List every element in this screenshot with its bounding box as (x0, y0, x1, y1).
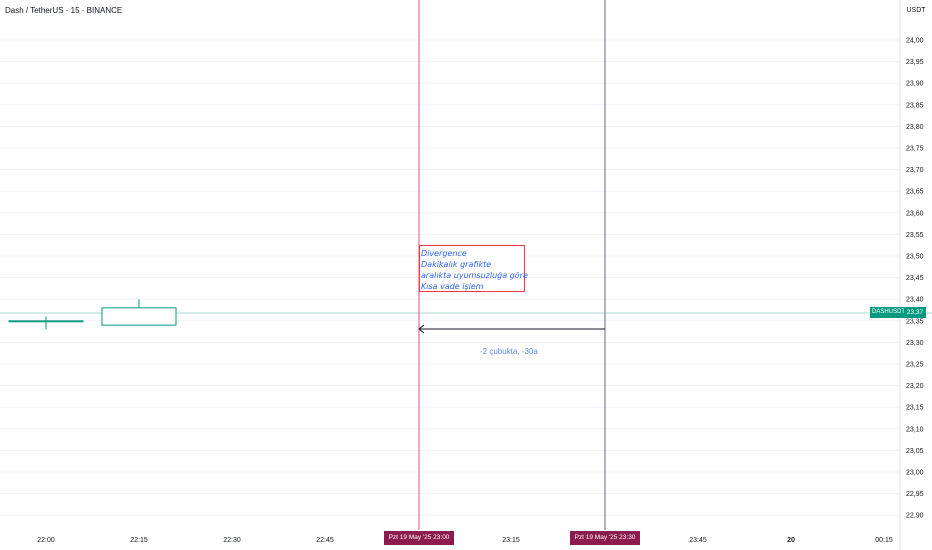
note-line: Kısa vade işlem (421, 282, 484, 291)
time-tick-label: 23:15 (502, 537, 520, 544)
price-tick-label: 22,95 (906, 491, 924, 498)
price-tick-label: 23,30 (906, 340, 924, 347)
price-tick-label: 23,85 (906, 102, 924, 109)
symbol-title: Dash / TetherUS · 15 · BINANCE (5, 6, 123, 15)
price-tick-label: 23,15 (906, 405, 924, 412)
price-tick-label: 24,00 (906, 38, 924, 45)
time-tick-label: 00:15 (875, 537, 893, 544)
note-line: aralıkta uyumsuzluğa göre (421, 271, 528, 280)
price-tick-label: 23,95 (906, 59, 924, 66)
price-tick-label: 23,70 (906, 167, 924, 174)
time-tick-label: 23:45 (689, 537, 707, 544)
price-tick-label: 22,90 (906, 513, 924, 520)
last-price-tag: 23,37 (904, 307, 926, 318)
time-tick-label: 20 (787, 537, 795, 544)
time-tick-label: 22:45 (316, 537, 334, 544)
time-tick-label: 22:15 (130, 537, 148, 544)
price-tick-label: 23,90 (906, 81, 924, 88)
symbol-price-tag: DASHUSDT (870, 307, 908, 318)
candle-body (101, 307, 177, 326)
note-line: Dakikalık grafikte (421, 260, 492, 269)
price-tick-label: 23,80 (906, 124, 924, 131)
time-tick-label: 22:00 (37, 537, 55, 544)
chart-window: 24,00 23,95 23,90 23,85 23,80 23,75 23,70 23,65… (0, 0, 932, 550)
price-tick-label: 23,35 (906, 318, 924, 325)
price-tick-label: 23,60 (906, 210, 924, 217)
price-tick-label: 23,50 (906, 254, 924, 261)
candle-body (8, 320, 84, 323)
price-tick-label: 23,05 (906, 448, 924, 455)
price-tick-label: 23,65 (906, 189, 924, 196)
time-axis-labels: 22:00 22:15 22:30 22:45 23:15 23:45 20 00:15 (37, 537, 893, 544)
price-tick-label: 23,00 (906, 470, 924, 477)
measure-label: -2 çubukta, -30a (480, 347, 538, 356)
crosshair-date-start: Pzt 19 May '25 23:00 (384, 531, 454, 545)
price-tick-label: 23,20 (906, 383, 924, 390)
crosshair-date-end: Pzt 19 May '25 23:30 (570, 531, 640, 545)
time-tick-label: 22:30 (223, 537, 241, 544)
text-note-box[interactable]: Divergence Dakikalık grafikte aralıkta u… (419, 245, 528, 292)
price-tick-label: 23,10 (906, 426, 924, 433)
price-tick-label: 23,25 (906, 362, 924, 369)
price-tick-label: 23,45 (906, 275, 924, 282)
note-line: Divergence (421, 249, 467, 258)
price-tick-label: 23,75 (906, 146, 924, 153)
price-tick-label: 23,55 (906, 232, 924, 239)
price-axis-labels: 24,00 23,95 23,90 23,85 23,80 23,75 23,70 23,65… (906, 38, 924, 520)
price-tick-label: 23,40 (906, 297, 924, 304)
candles (8, 299, 177, 330)
currency-label[interactable]: USDT (905, 7, 927, 14)
